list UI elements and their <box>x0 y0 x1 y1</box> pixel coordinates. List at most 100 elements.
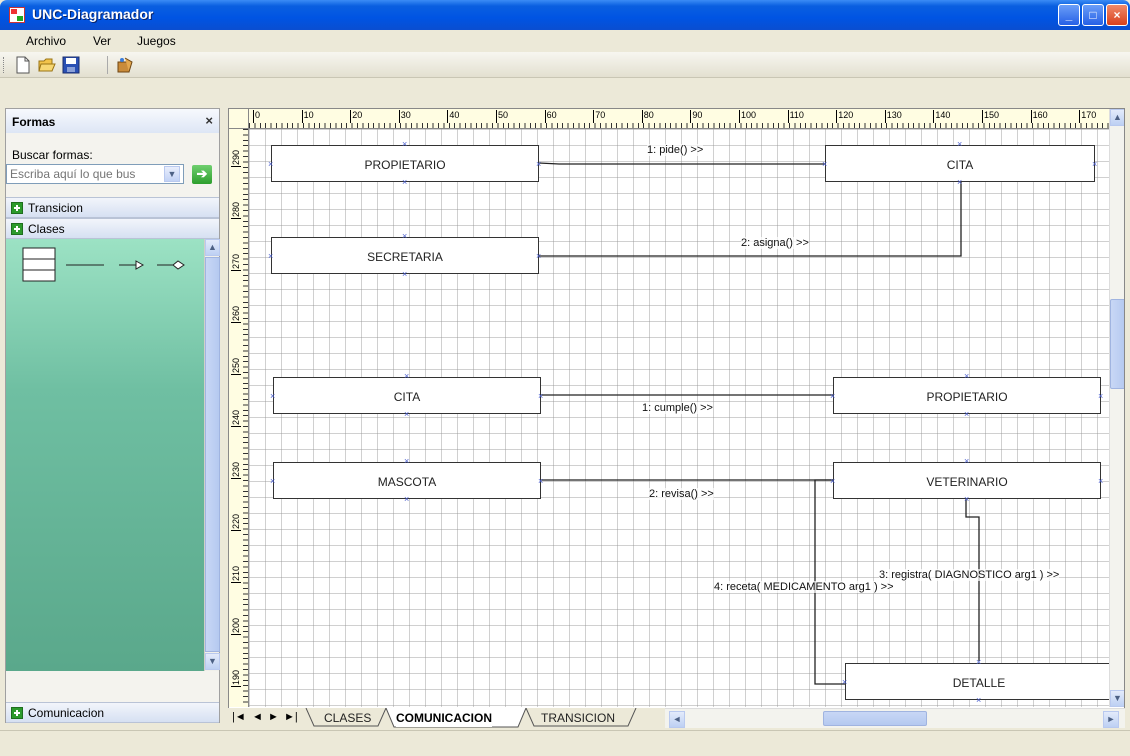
message-label[interactable]: 1: pide() >> <box>647 144 704 156</box>
close-button[interactable]: × <box>1106 4 1128 26</box>
connection-port-icon[interactable]: × <box>404 410 409 419</box>
message-label[interactable]: 2: revisa() >> <box>649 488 714 500</box>
connection-port-icon[interactable]: × <box>1098 391 1103 401</box>
search-input[interactable] <box>6 164 184 184</box>
ruler-tick-label: 60 <box>544 110 557 123</box>
search-label: Buscar formas: <box>12 148 93 162</box>
ruler-tick-label: 20 <box>350 110 362 123</box>
menu-bar: Archivo Ver Juegos <box>0 30 1130 52</box>
connection-port-icon[interactable]: × <box>404 457 409 466</box>
connection-port-icon[interactable]: × <box>957 178 962 187</box>
connection-port-icon[interactable]: × <box>402 178 407 187</box>
connection-port-icon[interactable]: × <box>270 476 275 486</box>
message-label[interactable]: 1: cumple() >> <box>642 402 713 414</box>
menu-archivo[interactable]: Archivo <box>26 34 66 48</box>
package-icon[interactable] <box>116 56 134 74</box>
ruler-tick-label: 220 <box>231 513 241 531</box>
message-label[interactable]: 4: receta( MEDICAMENTO arg1 ) >> <box>714 581 894 593</box>
node-label: DETALLE <box>952 676 1006 690</box>
connection-port-icon[interactable]: × <box>964 372 969 381</box>
scroll-right-button[interactable]: ► <box>1103 711 1119 728</box>
scroll-up-button[interactable]: ▲ <box>1110 109 1124 126</box>
category-label: Transicion <box>28 201 83 215</box>
scroll-down-button[interactable]: ▼ <box>1110 690 1124 707</box>
connection-port-icon[interactable]: × <box>404 372 409 381</box>
canvas-hscrollbar[interactable]: ◄ ► <box>665 708 1125 728</box>
new-file-icon[interactable] <box>14 56 32 74</box>
connection-port-icon[interactable]: × <box>270 391 275 401</box>
ruler-tick-label: 250 <box>231 357 241 375</box>
ruler-tick-label: 190 <box>231 669 241 687</box>
expand-icon <box>11 223 23 235</box>
ruler-left: 290280270260250240230220210200190180 <box>229 129 249 727</box>
connection-port-icon[interactable]: × <box>538 476 543 486</box>
ruler-tick-label: 40 <box>447 110 459 123</box>
message-label[interactable]: 3: registra( DIAGNOSTICO arg1 ) >> <box>879 569 1060 581</box>
category-label: Clases <box>28 222 65 236</box>
connection-port-icon[interactable]: × <box>957 140 962 149</box>
ruler-tick-label: 150 <box>982 110 999 123</box>
connection-port-icon[interactable]: × <box>976 696 981 705</box>
connection-port-icon[interactable]: × <box>268 251 273 261</box>
menu-ver[interactable]: Ver <box>93 34 111 48</box>
ruler-tick-label: 0 <box>253 110 260 123</box>
aggregation-icon[interactable] <box>157 260 185 270</box>
connection-port-icon[interactable]: × <box>964 410 969 419</box>
scroll-up-button[interactable]: ▲ <box>205 239 220 256</box>
diagram-grid[interactable]: PROPIETARIO CITA SECRETARIA CITA PROPIET… <box>249 129 1115 707</box>
save-icon[interactable] <box>62 56 80 74</box>
tab-clases[interactable]: CLASES <box>324 709 371 727</box>
app-icon <box>9 7 25 23</box>
scroll-left-button[interactable]: ◄ <box>669 711 685 728</box>
scroll-thumb[interactable] <box>823 711 927 726</box>
search-go-button[interactable]: ➔ <box>192 165 212 184</box>
connection-port-icon[interactable]: × <box>1098 476 1103 486</box>
category-label: Comunicacion <box>28 706 105 720</box>
category-clases[interactable]: Clases <box>6 218 219 239</box>
connection-port-icon[interactable]: × <box>268 159 273 169</box>
connection-port-icon[interactable]: × <box>964 495 969 504</box>
connection-port-icon[interactable]: × <box>830 391 835 401</box>
ruler-tick-label: 230 <box>231 461 241 479</box>
connection-port-icon[interactable]: × <box>402 232 407 241</box>
chevron-down-icon[interactable]: ▼ <box>164 166 180 182</box>
ruler-tick-label: 120 <box>836 110 853 123</box>
connection-port-icon[interactable]: × <box>538 391 543 401</box>
connection-port-icon[interactable]: × <box>822 159 827 169</box>
scroll-down-button[interactable]: ▼ <box>205 653 220 670</box>
menu-juegos[interactable]: Juegos <box>137 34 176 48</box>
category-transicion[interactable]: Transicion <box>6 197 219 218</box>
class-shape-icon[interactable] <box>22 247 56 282</box>
panel-scrollbar[interactable]: ▲ ▼ <box>204 239 220 671</box>
node-label: PROPIETARIO <box>926 390 1008 404</box>
connection-port-icon[interactable]: × <box>402 270 407 279</box>
ruler-tick-label: 200 <box>231 617 241 635</box>
connection-port-icon[interactable]: × <box>1092 159 1097 169</box>
tab-transicion[interactable]: TRANSICION <box>541 709 615 727</box>
tab-comunicacion[interactable]: COMUNICACION <box>396 709 492 727</box>
diagram-canvas[interactable]: 0 10 20 30 40 50 60 70 80 90 100 110 120 130 140 150 160… <box>228 108 1125 728</box>
connection-port-icon[interactable]: × <box>830 476 835 486</box>
connection-port-icon[interactable]: × <box>976 658 981 667</box>
connection-port-icon[interactable]: × <box>536 251 541 261</box>
ruler-tick-label: 110 <box>787 110 804 123</box>
panel-close-button[interactable]: × <box>205 113 213 128</box>
maximize-button[interactable]: □ <box>1082 4 1104 26</box>
connection-port-icon[interactable]: × <box>842 677 847 687</box>
minimize-button[interactable]: _ <box>1058 4 1080 26</box>
category-comunicacion[interactable]: Comunicacion <box>6 702 219 723</box>
scroll-thumb[interactable] <box>205 257 220 652</box>
connection-port-icon[interactable]: × <box>964 457 969 466</box>
generalization-icon[interactable] <box>119 260 145 270</box>
connection-port-icon[interactable]: × <box>404 495 409 504</box>
open-folder-icon[interactable] <box>38 56 56 74</box>
ruler-tick-label: 50 <box>496 110 508 123</box>
canvas-vscrollbar[interactable]: ▲ ▼ <box>1109 109 1124 707</box>
scroll-thumb[interactable] <box>1110 299 1124 389</box>
node-label: SECRETARIA <box>367 250 443 264</box>
connection-port-icon[interactable]: × <box>402 140 407 149</box>
message-label[interactable]: 2: asigna() >> <box>741 237 809 249</box>
connection-port-icon[interactable]: × <box>536 159 541 169</box>
node-label: PROPIETARIO <box>364 158 446 172</box>
connector-pide[interactable] <box>538 162 827 165</box>
